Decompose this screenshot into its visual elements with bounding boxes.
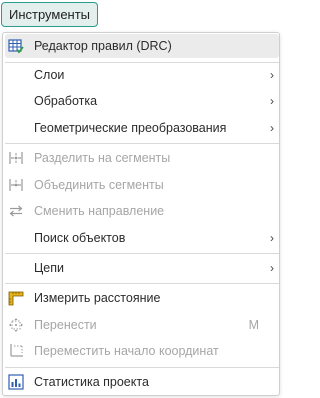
menu-item-label: Редактор правил (DRC) [34, 39, 172, 53]
menu-separator [5, 143, 279, 144]
menu-item-label: Поиск объектов [34, 231, 126, 245]
split-segments-icon [8, 150, 24, 166]
menu-item-label: Объединить сегменты [34, 178, 164, 192]
menu-separator [5, 367, 279, 368]
menu-item-label: Измерить расстояние [34, 291, 161, 305]
menu-item-label: Цепи [34, 261, 64, 275]
menubar: Инструменты [0, 0, 282, 33]
menu-item-reverse-direction[interactable]: Сменить направление [5, 199, 279, 223]
menu-item-processing[interactable]: Обработка › [5, 89, 279, 113]
chevron-right-icon: › [270, 261, 274, 275]
menu-item-label: Обработка [34, 94, 98, 108]
menu-item-geometry-transforms[interactable]: Геометрические преобразования › [5, 116, 279, 140]
menu-item-layers[interactable]: Слои › [5, 63, 279, 87]
menu-item-chains[interactable]: Цепи › [5, 256, 279, 280]
menu-item-merge-segments[interactable]: Объединить сегменты [5, 173, 279, 197]
menu-item-drc-editor[interactable]: Редактор правил (DRC) [5, 34, 279, 58]
swap-direction-icon [8, 203, 24, 219]
menu-separator [5, 283, 279, 284]
tools-menu-button[interactable]: Инструменты [1, 2, 98, 27]
chevron-right-icon: › [270, 68, 274, 82]
menu-item-label: Переместить начало координат [34, 344, 219, 358]
menu-item-label: Статистика проекта [34, 375, 149, 389]
menu-item-label: Слои [34, 68, 65, 82]
ruler-icon [8, 290, 24, 306]
shortcut-label: M [248, 318, 259, 332]
table-check-icon [8, 38, 24, 54]
menu-separator [5, 253, 279, 254]
chevron-right-icon: › [270, 94, 274, 108]
menu-item-label: Сменить направление [34, 204, 165, 218]
menu-item-label: Перенести [34, 318, 97, 332]
chevron-right-icon: › [270, 231, 274, 245]
menu-item-measure-distance[interactable]: Измерить расстояние [5, 286, 279, 310]
origin-icon [8, 343, 24, 359]
menu-item-move[interactable]: Перенести M [5, 313, 279, 337]
chevron-right-icon: › [270, 121, 274, 135]
menu-item-split-segments[interactable]: Разделить на сегменты [5, 146, 279, 170]
move-icon [8, 317, 24, 333]
menu-item-move-origin[interactable]: Переместить начало координат [5, 339, 279, 363]
bar-chart-icon [8, 374, 24, 390]
tools-dropdown-menu: Редактор правил (DRC) Слои › Обработка ›… [2, 32, 280, 396]
menu-item-project-statistics[interactable]: Статистика проекта [5, 370, 279, 394]
menu-item-label: Разделить на сегменты [34, 151, 171, 165]
menu-item-label: Геометрические преобразования [34, 121, 227, 135]
merge-segments-icon [8, 177, 24, 193]
menu-item-find-objects[interactable]: Поиск объектов › [5, 226, 279, 250]
